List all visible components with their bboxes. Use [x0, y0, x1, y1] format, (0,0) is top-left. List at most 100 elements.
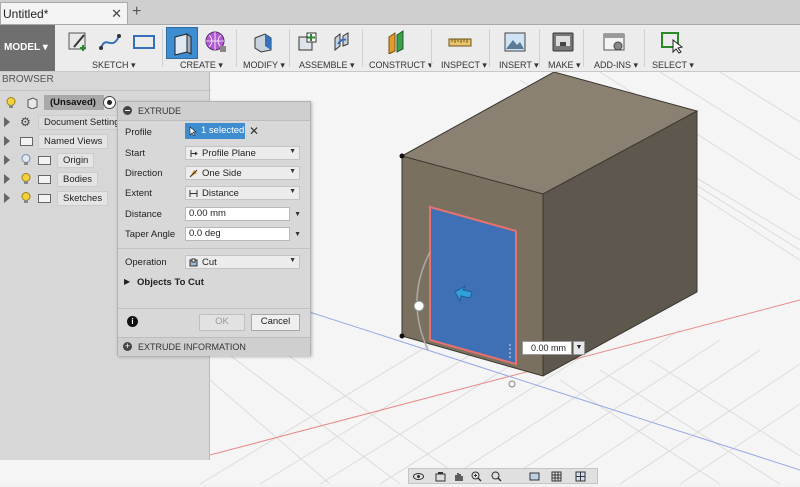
browser-item-bodies[interactable]: Bodies [0, 171, 120, 187]
chevron-down-icon[interactable]: ▼ [294, 229, 301, 241]
browser-item-origin[interactable]: Origin [0, 152, 120, 168]
root-component-label: (Unsaved) [44, 95, 104, 110]
expand-triangle-icon[interactable] [4, 174, 10, 184]
extrude-tool-button[interactable] [166, 27, 198, 59]
zoom-icon[interactable] [471, 471, 482, 482]
press-pull-icon[interactable] [251, 30, 275, 54]
new-component-icon[interactable] [296, 30, 320, 54]
chevron-down-icon: ▼ [289, 257, 296, 264]
pan-icon[interactable] [453, 471, 464, 482]
modify-group-label[interactable]: MODIFY ▾ [243, 60, 285, 71]
grid-settings-icon[interactable] [551, 471, 562, 482]
measure-icon[interactable] [448, 30, 472, 54]
orbit-icon[interactable] [413, 471, 424, 482]
browser-item-sketches[interactable]: Sketches [0, 190, 120, 206]
chevron-down-icon[interactable]: ▼ [573, 341, 585, 355]
assemble-group-label[interactable]: ASSEMBLE ▾ [299, 60, 355, 71]
start-dropdown[interactable]: Profile Plane ▼ [185, 146, 300, 160]
expand-triangle-icon[interactable] [4, 155, 10, 165]
collapse-icon[interactable] [123, 106, 132, 115]
folder-icon [38, 175, 51, 184]
one-side-icon [189, 169, 198, 178]
ok-button[interactable]: OK [199, 314, 245, 331]
visibility-bulb-icon[interactable] [21, 173, 31, 185]
expand-triangle-icon[interactable] [4, 136, 10, 146]
extrude-information-title: EXTRUDE INFORMATION [138, 342, 246, 352]
document-tab-title: Untitled* [3, 7, 49, 21]
joint-icon[interactable] [330, 30, 354, 54]
addins-group-label[interactable]: ADD-INS ▾ [594, 60, 638, 71]
look-at-icon[interactable] [435, 471, 446, 482]
bodies-label: Bodies [57, 172, 99, 187]
distance-input[interactable]: 0.00 mm ▼ [185, 207, 301, 221]
profile-plane-icon [190, 150, 198, 157]
rectangle-icon[interactable] [132, 30, 156, 54]
fit-icon[interactable] [491, 471, 502, 482]
cancel-button[interactable]: Cancel [251, 314, 300, 331]
extrude-information-section[interactable]: + EXTRUDE INFORMATION [118, 337, 310, 356]
chevron-down-icon[interactable]: ▼ [294, 209, 301, 221]
distance-value: 0.00 mm [189, 208, 226, 219]
gear-icon: ⚙ [20, 115, 31, 129]
create-group-label[interactable]: CREATE ▾ [180, 60, 223, 71]
tab-bar: Untitled* ✕ + [0, 0, 800, 25]
distance-callout-input[interactable]: 0.00 mm [522, 341, 572, 355]
distance-icon [189, 190, 198, 197]
expand-icon[interactable]: + [123, 342, 132, 351]
offset-plane-icon[interactable] [385, 30, 409, 54]
sketch-group-label[interactable]: SKETCH ▾ [92, 60, 136, 71]
new-tab-icon[interactable]: + [132, 3, 141, 21]
clear-selection-icon[interactable]: ✕ [249, 124, 259, 138]
workspace-label: MODEL ▾ [4, 42, 48, 53]
viewports-icon[interactable] [575, 471, 586, 482]
folder-icon [38, 194, 51, 203]
extrude-dialog-header[interactable]: EXTRUDE [118, 102, 310, 121]
close-tab-icon[interactable]: ✕ [111, 6, 122, 22]
navigation-bar [408, 468, 598, 484]
scripts-icon[interactable] [602, 30, 626, 54]
operation-dropdown[interactable]: Cut ▼ [185, 255, 300, 269]
visibility-bulb-off-icon[interactable] [21, 154, 31, 166]
3d-print-icon[interactable] [551, 30, 575, 54]
extent-dropdown[interactable]: Distance ▼ [185, 186, 300, 200]
workspace-switcher-button[interactable]: MODEL ▾ [0, 25, 55, 71]
selected-profile[interactable] [429, 205, 517, 366]
create-sketch-icon[interactable] [66, 30, 90, 54]
visibility-bulb-icon[interactable] [6, 97, 16, 109]
inspect-group-label[interactable]: INSPECT ▾ [441, 60, 487, 71]
form-icon[interactable] [204, 30, 228, 54]
objects-to-cut-section[interactable]: ▶ Objects To Cut [124, 276, 304, 290]
extent-value: Distance [202, 188, 239, 199]
chevron-down-icon: ▼ [289, 148, 296, 155]
operation-value: Cut [202, 257, 217, 268]
browser-item-document-settings[interactable]: ⚙ Document Settings [0, 114, 131, 130]
browser-item-named-views[interactable]: Named Views [0, 133, 120, 149]
extrude-icon [174, 33, 192, 56]
profile-label: Profile [125, 127, 152, 138]
direction-dropdown[interactable]: One Side ▼ [185, 166, 300, 180]
expand-triangle-icon[interactable] [4, 193, 10, 203]
distance-label: Distance [125, 209, 162, 220]
make-group-label[interactable]: MAKE ▾ [548, 60, 581, 71]
display-settings-icon[interactable] [529, 471, 540, 482]
construct-group-label[interactable]: CONSTRUCT ▾ [369, 60, 432, 71]
expand-triangle-icon[interactable] [4, 117, 10, 127]
spline-icon[interactable] [98, 30, 122, 54]
activate-radio-icon[interactable] [103, 96, 116, 109]
attached-canvas-icon[interactable] [503, 30, 527, 54]
insert-group-label[interactable]: INSERT ▾ [499, 60, 539, 71]
select-group-label[interactable]: SELECT ▾ [652, 60, 694, 71]
chevron-down-icon: ▼ [289, 188, 296, 195]
profile-selection-button[interactable]: 1 selected [185, 123, 245, 139]
origin-label: Origin [57, 153, 95, 168]
cursor-arrow-icon [189, 126, 197, 136]
taper-angle-input[interactable]: 0.0 deg ▼ [185, 227, 301, 241]
visibility-bulb-icon[interactable] [21, 192, 31, 204]
taper-handle[interactable] [413, 300, 425, 312]
expand-triangle-icon: ▶ [124, 277, 131, 286]
info-icon[interactable]: i [127, 316, 138, 327]
document-tab[interactable]: Untitled* ✕ [0, 2, 128, 24]
extent-label: Extent [125, 188, 152, 199]
select-icon[interactable] [660, 30, 684, 54]
toolbar: MODEL ▾ SKETCH ▾ CREATE ▾ MODIFY ▾ ASSEM… [0, 25, 800, 72]
